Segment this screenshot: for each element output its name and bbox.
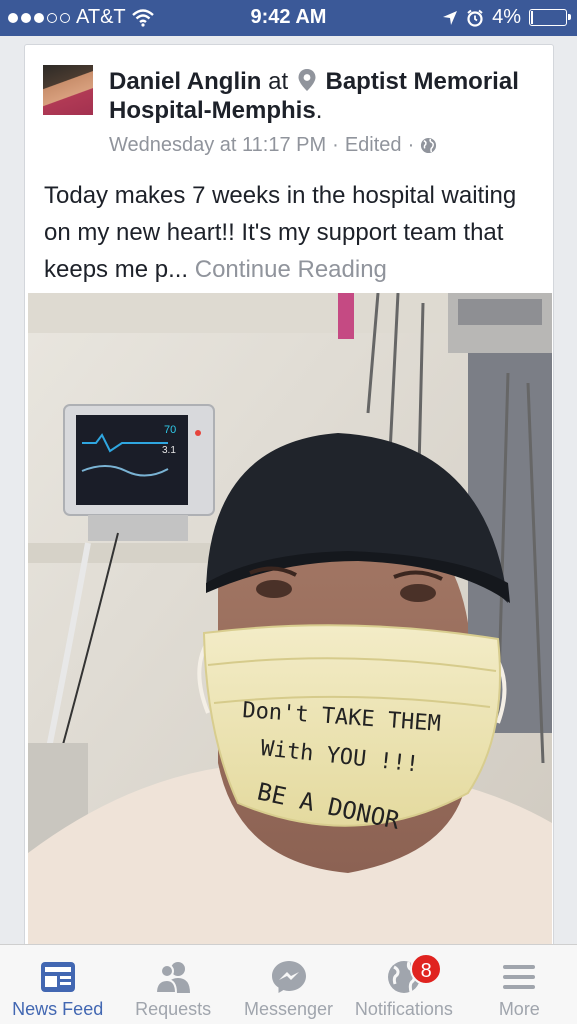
status-right: 4% <box>442 6 571 29</box>
post-body: Today makes 7 weeks in the hospital wait… <box>44 177 544 288</box>
avatar[interactable] <box>43 65 93 115</box>
post-meta: Wednesday at 11:17 PM · Edited · <box>109 134 437 157</box>
battery-icon <box>529 9 571 26</box>
post-photo[interactable]: 70 3.1 Don't TAKE THEM With YOU !!! BE A… <box>28 293 552 963</box>
hamburger-menu-icon <box>503 965 536 989</box>
continue-reading-link[interactable]: Continue Reading <box>195 256 387 283</box>
tab-label-more: More <box>498 999 540 1019</box>
tab-news-feed[interactable]: News Feed <box>0 945 115 1024</box>
author-name[interactable]: Daniel Anglin <box>109 68 261 95</box>
location-period: . <box>315 97 323 124</box>
bottom-tab-bar: News Feed Requests Messenger 8 Notificat… <box>0 944 577 1024</box>
post-header: Daniel Anglin at Baptist Memorial Hospit… <box>109 67 529 125</box>
post-card: Daniel Anglin at Baptist Memorial Hospit… <box>24 44 554 964</box>
public-globe-icon <box>421 137 437 154</box>
friend-requests-icon <box>155 962 191 994</box>
battery-percent: 4% <box>492 6 521 28</box>
tab-label-notifications: Notifications <box>354 999 453 1019</box>
tab-more[interactable]: More <box>462 945 577 1024</box>
photo-illustration: 70 3.1 Don't TAKE THEM With YOU !!! BE A… <box>28 293 552 963</box>
tab-messenger[interactable]: Messenger <box>231 945 346 1024</box>
location-arrow-icon <box>443 10 458 25</box>
tab-requests[interactable]: Requests <box>115 945 230 1024</box>
tab-label-news-feed: News Feed <box>12 999 104 1019</box>
edited-label[interactable]: Edited <box>345 134 402 157</box>
at-word: at <box>268 68 289 95</box>
alarm-clock-icon <box>467 9 483 27</box>
location-pin-icon <box>298 69 316 91</box>
monitor-reading-top: 70 <box>164 424 176 436</box>
status-bar: AT&T 9:42 AM 4% <box>0 0 577 36</box>
tab-label-requests: Requests <box>135 999 212 1019</box>
monitor-reading-mid: 3.1 <box>162 445 176 456</box>
tab-notifications[interactable]: 8 Notifications <box>346 945 461 1024</box>
tab-label-messenger: Messenger <box>243 999 334 1019</box>
messenger-icon <box>271 961 306 993</box>
post-timestamp[interactable]: Wednesday at 11:17 PM <box>109 134 326 157</box>
notifications-badge: 8 <box>410 953 443 985</box>
news-feed-icon <box>40 962 75 992</box>
meta-separator: · <box>332 134 339 156</box>
meta-separator-2: · <box>407 134 415 156</box>
